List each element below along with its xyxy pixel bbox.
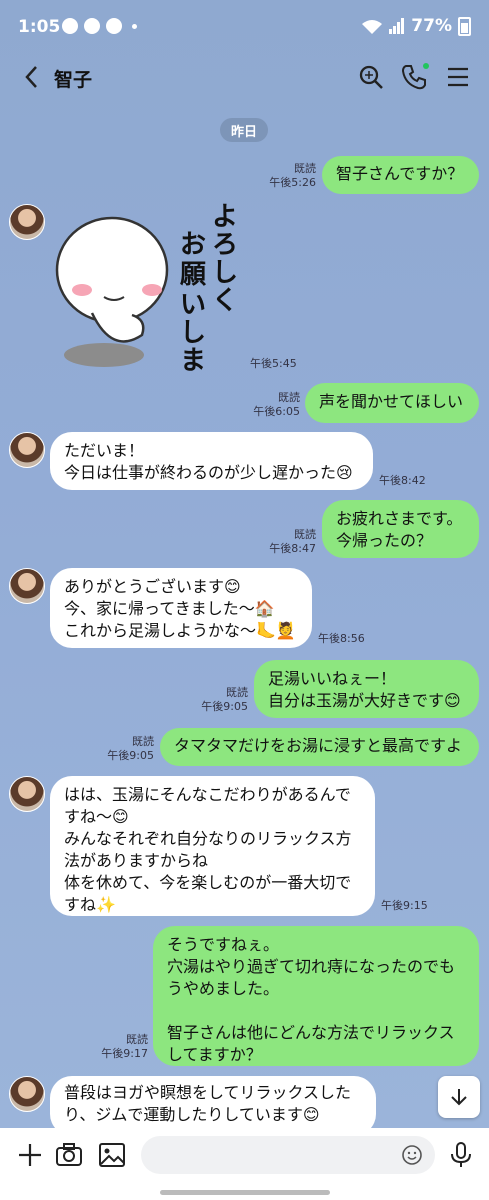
sync-icon <box>84 18 100 34</box>
message-meta: 午後9:15 <box>381 899 428 912</box>
avatar[interactable] <box>9 776 45 812</box>
avatar[interactable] <box>9 204 45 240</box>
camera-icon[interactable] <box>54 1140 84 1170</box>
dnd-icon <box>62 18 78 34</box>
message-meta: 午後5:45 <box>250 357 297 370</box>
message-bubble-received[interactable]: ただいま！ 今日は仕事が終わるのが少し遅かった😢 <box>50 432 373 490</box>
scroll-down-icon <box>451 1089 467 1106</box>
svg-text:ろ: ろ <box>212 230 238 260</box>
status-bar: 1:05 77% <box>0 0 489 52</box>
message-meta: 既読 午後8:47 <box>269 528 316 555</box>
message-meta: 既読 午後5:26 <box>269 162 316 189</box>
date-separator: 昨日 <box>220 118 268 142</box>
svg-text:お: お <box>180 230 206 260</box>
svg-text:し: し <box>180 318 206 348</box>
notification-dot-icon <box>132 23 137 29</box>
message-meta: 午後8:56 <box>318 632 365 645</box>
account-icon <box>106 18 122 34</box>
back-icon[interactable] <box>18 62 48 92</box>
message-bubble-sent[interactable]: そうですねぇ。 穴湯はやり過ぎて切れ痔になったのでも うやめました。 智子さんは… <box>153 926 479 1066</box>
svg-text:し: し <box>212 258 238 288</box>
mic-icon[interactable] <box>446 1140 476 1170</box>
home-gesture-bar <box>160 1190 330 1195</box>
battery-percent: 77% <box>411 16 452 36</box>
sticker-image[interactable]: よろしく お願いしま <box>52 195 252 375</box>
message-bubble-sent[interactable]: 声を聞かせてほしい <box>305 383 479 423</box>
message-bubble-received[interactable]: ありがとうございます😊 今、家に帰ってきました〜🏠 これから足湯しようかな〜🦶💆 <box>50 568 312 648</box>
search-icon[interactable] <box>356 62 386 92</box>
message-bubble-sent[interactable]: 智子さんですか？ <box>322 156 479 194</box>
avatar[interactable] <box>9 568 45 604</box>
message-meta: 午後8:42 <box>379 474 426 487</box>
svg-text:よ: よ <box>212 202 238 232</box>
svg-text:願: 願 <box>180 260 207 290</box>
plus-icon[interactable] <box>15 1140 45 1170</box>
message-meta: 既読 午後9:05 <box>201 686 248 713</box>
svg-text:い: い <box>180 290 206 320</box>
wifi-icon <box>362 20 383 34</box>
scroll-down-button[interactable] <box>438 1076 480 1118</box>
chat-header: 智子 <box>0 52 489 102</box>
message-bubble-received[interactable]: はは、玉湯にそんなこだわりがあるんで すね〜😊 みんなそれぞれ自分なりのリラック… <box>50 776 375 916</box>
status-icons <box>62 18 137 34</box>
menu-icon[interactable] <box>443 62 473 92</box>
input-bar <box>0 1128 489 1200</box>
message-meta: 既読 午後6:05 <box>253 391 300 418</box>
battery-icon <box>458 16 471 36</box>
message-bubble-sent[interactable]: お疲れさまです。 今帰ったの？ <box>322 500 479 558</box>
avatar[interactable] <box>9 432 45 468</box>
sticker-text: よろしく お願いしま <box>180 202 238 375</box>
svg-text:く: く <box>212 286 238 316</box>
message-bubble-sent[interactable]: 足湯いいねぇー！ 自分は玉湯が大好きです😊 <box>254 660 479 718</box>
signal-icon <box>389 18 405 34</box>
message-bubble-sent[interactable]: タマタマだけをお湯に浸すと最高ですよ <box>160 728 479 766</box>
status-right: 77% <box>361 16 471 36</box>
status-time: 1:05 <box>18 17 61 37</box>
svg-text:ま: ま <box>180 346 206 375</box>
message-bubble-received[interactable]: 普段はヨガや瞑想をしてリラックスした り、ジムで運動したりしています😊 <box>50 1076 376 1136</box>
emoji-icon[interactable] <box>401 1144 423 1166</box>
message-meta: 既読 午後9:17 <box>101 1033 148 1060</box>
avatar[interactable] <box>9 1076 45 1112</box>
message-meta: 既読 午後9:05 <box>107 735 154 762</box>
image-icon[interactable] <box>97 1140 127 1170</box>
chat-title: 智子 <box>54 69 93 91</box>
message-input[interactable] <box>141 1136 435 1174</box>
phone-icon[interactable] <box>399 62 429 92</box>
